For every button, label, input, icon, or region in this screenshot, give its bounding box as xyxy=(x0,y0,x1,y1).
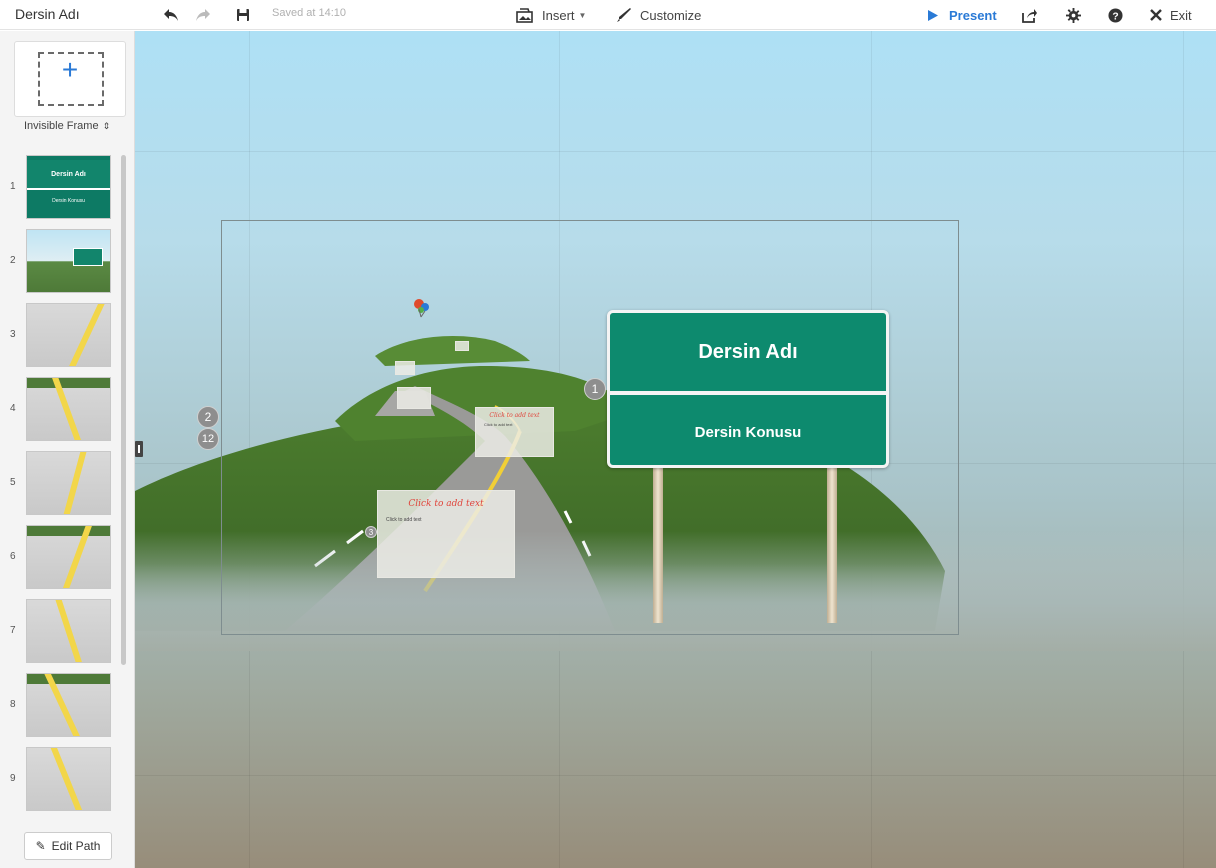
thumbnail-item[interactable]: 2 xyxy=(0,229,120,295)
add-frame-button[interactable]: + xyxy=(14,41,126,117)
insert-menu-button[interactable]: Insert ▼ xyxy=(516,4,586,26)
insert-image-icon xyxy=(516,7,533,23)
grass-strip xyxy=(27,378,110,388)
thumbnail-image xyxy=(26,377,111,441)
thumbnail-item[interactable]: 9 xyxy=(0,747,120,813)
thumbnail-number: 1 xyxy=(10,181,16,192)
thumbnail-number: 4 xyxy=(10,403,16,414)
thumbnail-sign-title: Dersin Adı xyxy=(27,160,110,190)
presentation-title[interactable]: Dersin Adı xyxy=(15,6,80,22)
present-button[interactable]: Present xyxy=(927,4,997,26)
path-badge[interactable]: 12 xyxy=(197,428,219,450)
thumbnail-image xyxy=(26,747,111,811)
grass-strip xyxy=(27,674,110,684)
thumbnail-image xyxy=(26,451,111,515)
frames-sidebar: + Invisible Frame ⇕ 1 Dersin Adı Dersin K… xyxy=(0,31,135,868)
thumbnail-item[interactable]: 6 xyxy=(0,525,120,591)
road-line xyxy=(63,304,107,366)
top-toolbar: Dersin Adı Saved at 14:10 Insert ▼ Custo… xyxy=(0,0,1216,30)
thumbnail-image xyxy=(26,303,111,367)
svg-text:?: ? xyxy=(1112,11,1118,22)
thumbnail-number: 2 xyxy=(10,255,16,266)
share-icon xyxy=(1022,8,1037,23)
thumbnail-image xyxy=(26,229,111,293)
present-label: Present xyxy=(949,7,997,23)
redo-button[interactable] xyxy=(195,4,211,26)
share-button[interactable] xyxy=(1021,4,1038,26)
sign-post xyxy=(827,468,837,623)
thumbnail-item[interactable]: 1 Dersin Adı Dersin Konusu xyxy=(0,155,120,221)
thumbnail-image: Dersin Adı Dersin Konusu xyxy=(26,155,111,219)
thumbnail-list: 1 Dersin Adı Dersin Konusu 2 3 4 5 6 7 8… xyxy=(0,155,135,825)
road-sign[interactable]: Dersin Adı Dersin Konusu xyxy=(607,310,889,468)
sign-subtitle[interactable]: Dersin Konusu xyxy=(610,399,886,465)
text-frame-body: Click to add text xyxy=(386,517,422,523)
thumbnail-number: 5 xyxy=(10,477,16,488)
grass-strip xyxy=(27,526,110,536)
thumbnail-image xyxy=(26,525,111,589)
settings-button[interactable] xyxy=(1066,4,1081,26)
brush-icon xyxy=(617,8,631,22)
road-line xyxy=(59,452,89,514)
save-button[interactable] xyxy=(236,4,250,26)
thumbnail-number: 8 xyxy=(10,699,16,710)
path-badge[interactable]: 3 xyxy=(365,526,377,538)
thumbnail-number: 7 xyxy=(10,625,16,636)
thumbnail-image xyxy=(26,673,111,737)
exit-button[interactable]: Exit xyxy=(1150,4,1192,26)
presentation-canvas[interactable]: Click to add text Click to add text Clic… xyxy=(135,31,1216,868)
thumbnail-scrollbar[interactable] xyxy=(121,155,126,665)
text-frame-body: Click to add text xyxy=(484,422,513,427)
save-icon xyxy=(237,9,249,21)
thumbnail-item[interactable]: 5 xyxy=(0,451,120,517)
gear-icon xyxy=(1066,7,1081,23)
customize-label: Customize xyxy=(640,7,702,23)
thumbnail-item[interactable]: 3 xyxy=(0,303,120,369)
exit-label: Exit xyxy=(1170,7,1192,23)
road-line xyxy=(48,748,88,810)
edit-path-label: Edit Path xyxy=(51,839,101,853)
balloon-icon xyxy=(414,299,429,318)
undo-icon xyxy=(164,9,178,21)
road-line xyxy=(53,600,87,662)
undo-button[interactable] xyxy=(163,4,179,26)
pencil-icon: ✎ xyxy=(35,839,46,853)
path-badge[interactable]: 1 xyxy=(584,378,606,400)
plus-icon: + xyxy=(61,54,79,85)
thumbnail-number: 9 xyxy=(10,773,16,784)
redo-icon xyxy=(196,9,210,21)
sort-arrows-icon: ⇕ xyxy=(102,121,111,131)
thumbnail-item[interactable]: 4 xyxy=(0,377,120,443)
text-frame-distant[interactable] xyxy=(395,361,415,375)
text-frame[interactable]: Click to add text Click to add text xyxy=(377,490,515,578)
text-frame[interactable]: Click to add text Click to add text xyxy=(475,407,554,457)
play-icon xyxy=(928,9,938,21)
help-button[interactable]: ? xyxy=(1108,4,1123,26)
sign-post xyxy=(653,468,663,623)
thumbnail-number: 6 xyxy=(10,551,16,562)
thumbnail-mini-sign xyxy=(73,248,103,266)
close-icon xyxy=(1150,9,1162,21)
path-badge[interactable]: 2 xyxy=(197,406,219,428)
frame-type-label: Invisible Frame xyxy=(24,120,99,132)
help-icon: ? xyxy=(1108,7,1123,23)
text-frame-distant[interactable] xyxy=(397,387,431,409)
thumbnail-item[interactable]: 8 xyxy=(0,673,120,739)
text-frame-title: Click to add text xyxy=(408,499,484,509)
chevron-down-icon: ▼ xyxy=(578,10,587,20)
edit-path-button[interactable]: ✎ Edit Path xyxy=(24,832,112,860)
thumbnail-item[interactable]: 7 xyxy=(0,599,120,665)
sign-title[interactable]: Dersin Adı xyxy=(610,313,886,395)
frame-type-select[interactable]: Invisible Frame ⇕ xyxy=(24,120,110,132)
thumbnail-sign-subtitle: Dersin Konusu xyxy=(52,198,85,204)
customize-button[interactable]: Customize xyxy=(616,4,701,26)
text-frame-distant[interactable] xyxy=(455,341,469,351)
saved-status: Saved at 14:10 xyxy=(272,7,347,19)
thumbnail-number: 3 xyxy=(10,329,16,340)
text-frame-title: Click to add text xyxy=(489,412,540,419)
insert-label: Insert xyxy=(542,7,575,23)
thumbnail-image xyxy=(26,599,111,663)
